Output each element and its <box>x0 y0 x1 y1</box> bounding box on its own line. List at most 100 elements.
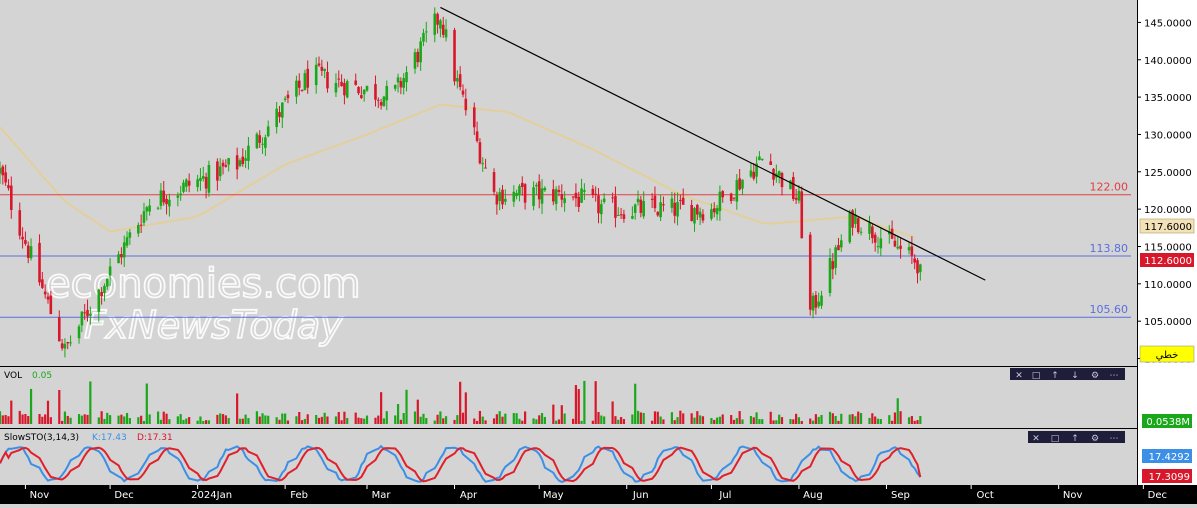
candle-body <box>729 193 733 202</box>
volume-bar <box>682 413 685 424</box>
candle-body <box>125 237 129 246</box>
candle-body <box>422 32 425 42</box>
candle-body <box>29 246 33 259</box>
volume-bar <box>128 418 131 424</box>
candle-body <box>83 312 86 314</box>
candle-body <box>472 107 476 128</box>
candle-body <box>896 246 900 249</box>
volume-bar <box>442 418 445 424</box>
candle-body <box>323 68 326 72</box>
volume-bar <box>718 416 721 424</box>
candle-body <box>797 190 801 201</box>
candle-body <box>314 64 318 86</box>
volume-bar <box>216 414 219 424</box>
candle-body <box>117 254 120 264</box>
candle-body <box>718 191 722 212</box>
candle-body <box>464 98 468 111</box>
volume-bar <box>66 415 69 424</box>
candle-body <box>871 226 874 239</box>
volume-bar <box>295 416 298 424</box>
move-up-icon[interactable]: ↑ <box>1071 434 1079 444</box>
candle-body <box>916 260 919 274</box>
candle-body <box>142 211 146 223</box>
candle-body <box>518 185 521 196</box>
volume-bar <box>622 419 626 424</box>
volume-bar <box>86 414 89 424</box>
volume-bar <box>264 415 267 424</box>
volume-bar <box>492 418 496 424</box>
candle-body <box>831 261 835 270</box>
candle-body <box>848 212 852 243</box>
candle-body <box>777 171 781 176</box>
maximize-icon[interactable]: □ <box>1051 434 1060 444</box>
maximize-icon[interactable]: □ <box>1032 371 1041 381</box>
candle-body <box>453 29 456 82</box>
move-up-icon[interactable]: ↑ <box>1051 371 1059 381</box>
volume-bar <box>715 417 719 424</box>
candle-body <box>552 189 555 202</box>
settings-icon[interactable]: ⚙ <box>1091 371 1099 381</box>
volume-bar <box>676 417 679 424</box>
stoch-title: SlowSTO(3,14,3) <box>4 433 79 443</box>
volume-bar <box>123 416 126 424</box>
volume-bar <box>814 414 817 424</box>
candle-body <box>376 99 380 101</box>
volume-bar <box>444 416 448 424</box>
volume-bar <box>380 392 383 424</box>
time-tick-label: Jun <box>632 490 649 501</box>
close-icon[interactable]: ✕ <box>1015 371 1023 381</box>
volume-bar <box>399 419 402 424</box>
volume-bar <box>752 417 755 424</box>
volume-bar <box>611 401 614 424</box>
candle-body <box>653 195 657 209</box>
volume-bar <box>732 419 736 424</box>
candle-body <box>300 89 304 91</box>
volume-bar <box>125 412 129 424</box>
volume-bar <box>159 419 163 424</box>
candle-body <box>108 266 112 276</box>
candle-body <box>591 188 595 196</box>
volume-bar <box>772 420 775 424</box>
volume-bar <box>323 412 326 424</box>
stoch-d-label: D:17.31 <box>137 433 173 443</box>
volume-bar <box>603 416 606 424</box>
more-icon[interactable]: ⋯ <box>1110 371 1119 381</box>
candle-body <box>444 29 448 38</box>
move-down-icon[interactable]: ↓ <box>1071 371 1079 381</box>
volume-bar <box>241 418 244 424</box>
candle-body <box>679 200 682 202</box>
volume-bar <box>831 413 834 424</box>
volume-bar <box>741 419 744 424</box>
volume-bar <box>619 417 623 424</box>
volume-bar <box>236 393 239 424</box>
candle-body <box>334 82 338 93</box>
candle-body <box>97 289 101 312</box>
price-tick-label: 125.0000 <box>1144 168 1192 179</box>
volume-bar <box>80 415 83 424</box>
more-icon[interactable]: ⋯ <box>1110 434 1119 444</box>
volume-bar <box>281 413 284 424</box>
candle-body <box>633 204 637 213</box>
candle-body <box>441 24 445 35</box>
candle-body <box>244 158 247 161</box>
volume-bar <box>563 413 566 424</box>
close-icon[interactable]: ✕ <box>1032 434 1040 444</box>
candle-body <box>701 214 705 221</box>
candle-body <box>57 317 61 342</box>
candle-body <box>693 208 696 224</box>
candle-body <box>264 137 267 148</box>
candle-body <box>907 247 911 251</box>
candle-body <box>26 245 30 258</box>
candle-body <box>139 224 143 226</box>
candle-body <box>735 180 739 202</box>
volume-bar <box>337 412 340 424</box>
candle-body <box>374 84 377 100</box>
candle-body <box>46 296 50 300</box>
candle-body <box>800 191 804 239</box>
candle-body <box>515 192 518 197</box>
volume-bar <box>29 388 33 424</box>
candle-body <box>60 343 64 349</box>
candle-body <box>77 326 81 339</box>
volume-title: VOL <box>4 371 22 381</box>
settings-icon[interactable]: ⚙ <box>1091 434 1099 444</box>
